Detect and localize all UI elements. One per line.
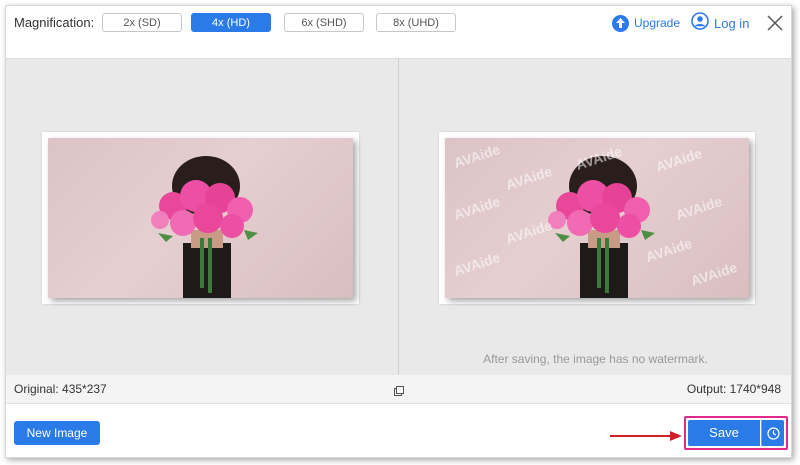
mag-option-8x[interactable]: 8x (UHD) bbox=[376, 13, 456, 32]
new-image-button[interactable]: New Image bbox=[14, 421, 100, 445]
output-photo: AVAide AVAide AVAide AVAide AVAide AVAid… bbox=[445, 138, 749, 298]
original-size: Original: 435*237 bbox=[14, 382, 107, 396]
image-upscaler-dialog: Magnification: 2x (SD) 4x (HD) 6x (SHD) … bbox=[5, 5, 792, 458]
login-label: Log in bbox=[714, 15, 750, 31]
upload-arrow-icon bbox=[612, 14, 629, 32]
mag-option-4x[interactable]: 4x (HD) bbox=[191, 13, 271, 32]
login-button[interactable]: Log in bbox=[691, 11, 750, 35]
pointer-arrow bbox=[610, 428, 682, 446]
upgrade-label: Upgrade bbox=[634, 16, 681, 30]
original-photo bbox=[48, 138, 353, 298]
mag-option-6x[interactable]: 6x (SHD) bbox=[284, 13, 364, 32]
save-button[interactable]: Save bbox=[688, 420, 760, 446]
user-icon bbox=[691, 11, 709, 35]
clock-icon[interactable] bbox=[761, 420, 784, 446]
output-image-card: AVAide AVAide AVAide AVAide AVAide AVAid… bbox=[439, 132, 755, 304]
info-bar: Original: 435*237 Output: 1740*948 bbox=[6, 375, 791, 404]
compare-icon[interactable] bbox=[394, 383, 404, 396]
preview-divider bbox=[398, 59, 399, 375]
original-image-card bbox=[42, 132, 359, 304]
close-icon[interactable] bbox=[767, 15, 783, 31]
top-toolbar: Magnification: 2x (SD) 4x (HD) 6x (SHD) … bbox=[6, 6, 791, 58]
preview-area: AVAide AVAide AVAide AVAide AVAide AVAid… bbox=[6, 58, 791, 376]
watermark-note: After saving, the image has no watermark… bbox=[483, 352, 708, 366]
output-size: Output: 1740*948 bbox=[686, 382, 781, 396]
upgrade-button[interactable]: Upgrade bbox=[612, 13, 680, 33]
mag-option-2x[interactable]: 2x (SD) bbox=[102, 13, 182, 32]
magnification-label: Magnification: bbox=[14, 15, 95, 30]
